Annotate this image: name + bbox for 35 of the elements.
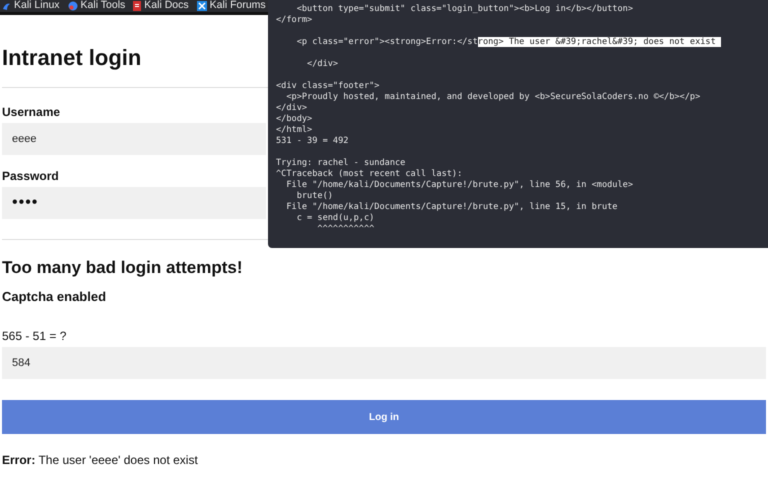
page-title: Intranet login bbox=[2, 44, 142, 72]
terminal-text: </div> bbox=[276, 103, 308, 113]
terminal-text: 531 - 39 = 492 bbox=[276, 136, 348, 146]
bookmark-link[interactable]: Kali Tools bbox=[68, 0, 126, 14]
bookmark-link[interactable]: Kali Docs bbox=[133, 0, 189, 14]
terminal-text: <div class="footer"> bbox=[276, 81, 380, 91]
globe-icon bbox=[68, 1, 78, 11]
bookmark-link[interactable]: Kali Forums bbox=[196, 0, 266, 14]
field-label: Password bbox=[2, 169, 59, 183]
terminal-text: </form> bbox=[276, 15, 312, 25]
warning-heading: Too many bad login attempts! bbox=[2, 258, 244, 278]
field-label: Username bbox=[2, 105, 60, 119]
password-field[interactable]: •••• bbox=[2, 187, 266, 219]
terminal-text: File "/home/kali/Documents/Capture!/brute.py", line 15, in brute bbox=[285, 202, 618, 212]
terminal-text: <p>Proudly hosted, maintained, and developed by <b>SecureSolaCoders.no ©</b></p> bbox=[285, 92, 700, 102]
login-button[interactable]: Log in bbox=[2, 400, 766, 434]
selected-text: rong> The user &#39;rachel&#39; does not exist bbox=[478, 37, 721, 47]
terminal-text: <p class="error"><strong>Error:</st bbox=[296, 37, 478, 47]
terminal-text: brute() bbox=[296, 191, 333, 201]
terminal-text: </div> bbox=[306, 59, 338, 69]
terminal-text: <button type="submit" class="login_button"><b>Log in</b></button> bbox=[296, 4, 633, 14]
document-icon bbox=[133, 1, 142, 11]
bookmark-link[interactable]: Kali Linux bbox=[2, 0, 60, 14]
terminal-text: File "/home/kali/Documents/Capture!/brute.py", line 56, in <module> bbox=[285, 180, 633, 190]
captcha-field[interactable]: 584 bbox=[2, 347, 766, 379]
terminal-text: Trying: rachel - sundance bbox=[276, 158, 406, 168]
terminal-text: c = send(u,p,c) bbox=[296, 213, 374, 223]
error-message: Error: The user 'eeee' does not exist bbox=[2, 452, 199, 469]
username-field[interactable]: eeee bbox=[2, 123, 266, 155]
captcha-heading: Captcha enabled bbox=[2, 289, 108, 305]
terminal-text: ^^^^^^^^^^^ bbox=[316, 224, 374, 234]
captcha-question: 565 - 51 = ? bbox=[2, 329, 68, 343]
terminal-text: </body> bbox=[276, 114, 312, 124]
terminal-text: ^CTraceback (most recent call last): bbox=[276, 169, 462, 179]
terminal-text: </html> bbox=[276, 125, 312, 135]
